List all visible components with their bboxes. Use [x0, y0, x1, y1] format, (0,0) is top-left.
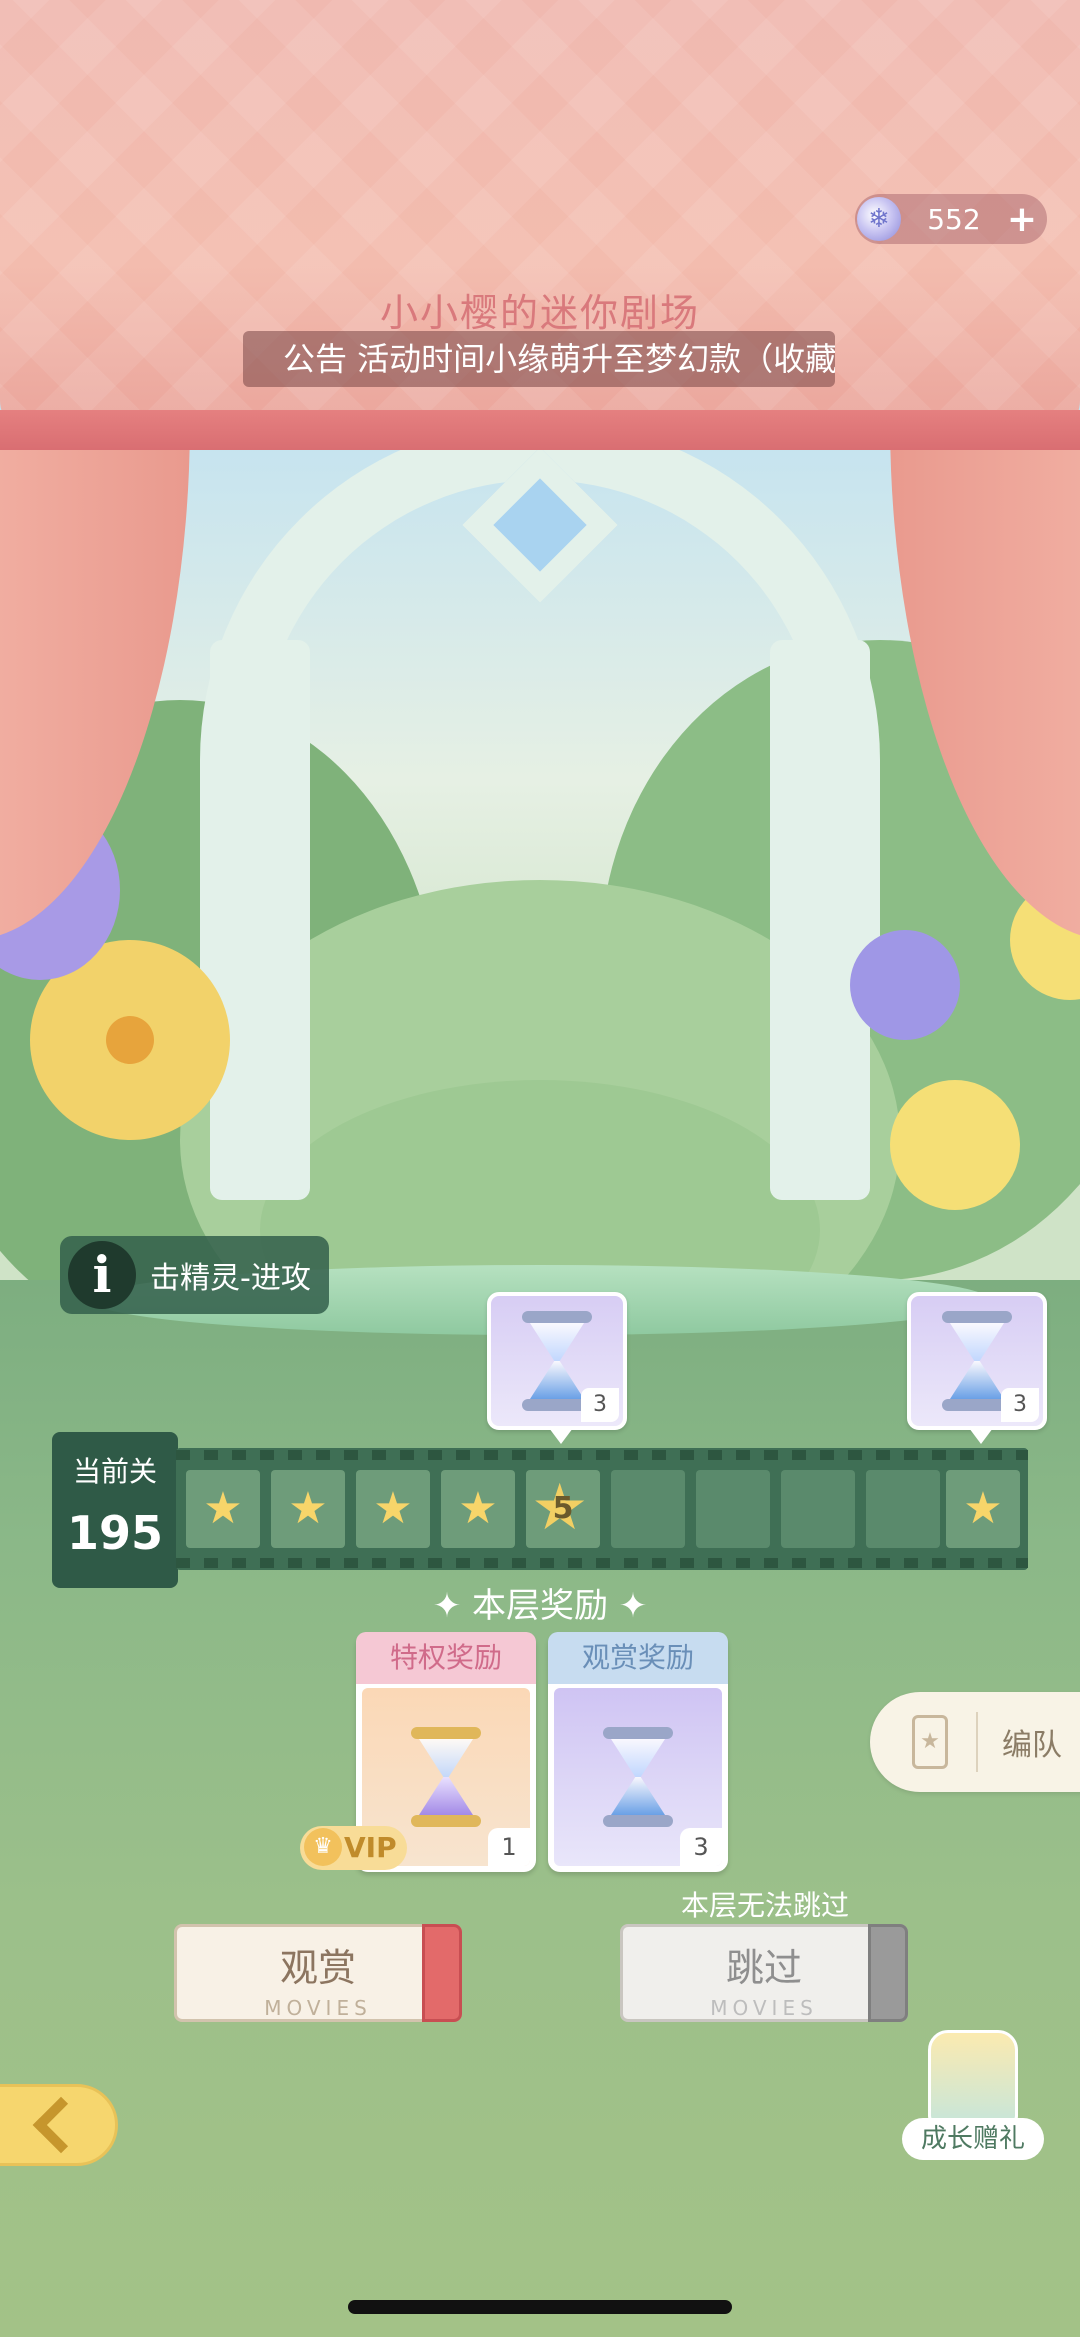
skip-sub: MOVIES [710, 1996, 818, 2020]
back-button[interactable] [0, 2084, 118, 2166]
watch-sub: MOVIES [264, 1996, 372, 2020]
current-level-number: 195 [66, 1506, 164, 1560]
skill-label-text: 击精灵-进攻 [150, 1261, 311, 1296]
star-icon: ★ [963, 1483, 1003, 1534]
skip-label: 跳过 [725, 1946, 802, 1990]
ticket-icon: ★ [912, 1715, 948, 1769]
level-cell-milestone: ★ [946, 1470, 1020, 1548]
add-currency-button[interactable]: + [1007, 199, 1037, 240]
level-cell-cleared: ★ [271, 1470, 345, 1548]
crown-icon: ♛ [304, 1828, 342, 1866]
page-title: 小小樱的迷你剧场 [379, 291, 700, 335]
flower-yellow-right [890, 1080, 1020, 1210]
vip-text: VIP [344, 1831, 397, 1864]
current-cell-number: 5 [552, 1491, 574, 1526]
back-arrow-icon [32, 2096, 90, 2154]
viewing-reward-label: 观赏奖励 [548, 1632, 728, 1684]
watch-button[interactable]: 观赏 MOVIES [174, 1924, 462, 2022]
watch-label: 观赏 [279, 1946, 356, 1990]
preview-count: 3 [581, 1388, 619, 1422]
info-icon: i [68, 1241, 136, 1309]
level-cell-empty [696, 1470, 770, 1548]
current-level-label: 当前关 [72, 1455, 157, 1488]
preview-reward-current[interactable]: 3 [487, 1292, 627, 1444]
skip-button[interactable]: 跳过 MOVIES [620, 1924, 908, 2022]
viewing-reward-card[interactable]: 观赏奖励 3 [548, 1632, 728, 1872]
notice-text: 公告 活动时间小缘萌升至梦幻款（收藏编号 5 [283, 340, 835, 378]
skip-disabled-hint: 本层无法跳过 [680, 1889, 849, 1922]
privilege-reward-count: 1 [488, 1828, 530, 1866]
star-icon: ★ [373, 1483, 413, 1534]
currency-amount: 552 [927, 202, 981, 236]
home-indicator[interactable] [348, 2300, 732, 2314]
viewing-reward-item: 3 [554, 1688, 722, 1866]
skill-info-button[interactable]: i 击精灵-进攻 [60, 1236, 329, 1314]
preview-reward-next[interactable]: 3 [907, 1292, 1047, 1444]
gift-icon [928, 2030, 1018, 2124]
current-star-icon: ★ 5 [531, 1471, 593, 1545]
preview-count: 3 [1001, 1388, 1039, 1422]
star-icon: ★ [288, 1483, 328, 1534]
level-cell-current: ★ 5 [526, 1470, 600, 1548]
hourglass-icon [603, 1727, 673, 1827]
flower-purple-right [850, 930, 960, 1040]
level-cell-empty [781, 1470, 855, 1548]
team-formation-label: 编队 [1002, 1728, 1062, 1763]
arch-pillar-left [210, 640, 310, 1200]
flower-center-left [106, 1016, 154, 1064]
hourglass-purple-icon [411, 1727, 481, 1827]
level-cell-empty [866, 1470, 940, 1548]
level-cell-cleared: ★ [186, 1470, 260, 1548]
star-icon: ★ [458, 1483, 498, 1534]
arch-pillar-right [770, 640, 870, 1200]
growth-gift-button[interactable]: 成长赠礼 [902, 2030, 1044, 2166]
level-cell-cleared: ★ [356, 1470, 430, 1548]
level-film-strip: ★ ★ ★ ★ ★ 5 ★ [176, 1448, 1028, 1570]
reward-heading: ✦ 本层奖励 ✦ [432, 1586, 648, 1626]
notice-marquee: 公告 活动时间小缘萌升至梦幻款（收藏编号 5 [243, 331, 835, 387]
team-formation-button[interactable]: ★ 编队 [870, 1692, 1080, 1792]
privilege-reward-label: 特权奖励 [356, 1632, 536, 1684]
crystal-icon: ❄ [857, 197, 901, 241]
current-level-box: 当前关 195 [52, 1432, 178, 1588]
curtain-rod [0, 410, 1080, 450]
star-icon: ★ [203, 1483, 243, 1534]
growth-gift-label: 成长赠礼 [902, 2118, 1044, 2160]
vip-badge: ♛ VIP [300, 1826, 407, 1870]
viewing-reward-count: 3 [680, 1828, 722, 1866]
level-cell-empty [611, 1470, 685, 1548]
currency-counter[interactable]: ❄ 552 + [855, 194, 1047, 244]
level-cell-cleared: ★ [441, 1470, 515, 1548]
